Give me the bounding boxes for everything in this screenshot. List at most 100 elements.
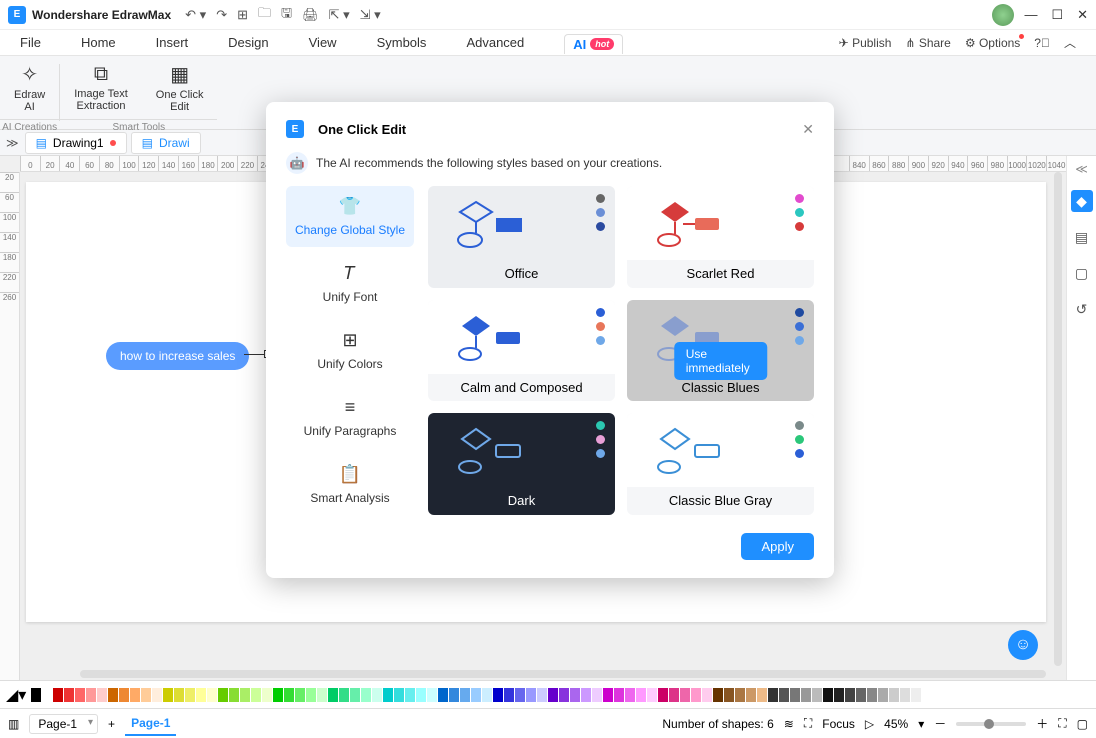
- color-swatch[interactable]: [229, 688, 239, 702]
- color-swatch[interactable]: [845, 688, 855, 702]
- menu-symbols[interactable]: Symbols: [377, 35, 427, 50]
- maximize-icon[interactable]: ☐: [1051, 7, 1063, 23]
- color-swatch[interactable]: [702, 688, 712, 702]
- edraw-ai-button[interactable]: ✧ Edraw AI: [0, 56, 59, 119]
- color-swatch[interactable]: [757, 688, 767, 702]
- open-icon[interactable]: 🗀: [258, 4, 271, 26]
- color-swatch[interactable]: [273, 688, 283, 702]
- color-swatch[interactable]: [394, 688, 404, 702]
- tab-drawing-1[interactable]: ▤ Drawing1: [25, 132, 127, 154]
- color-swatch[interactable]: [108, 688, 118, 702]
- user-avatar-icon[interactable]: [992, 4, 1014, 26]
- color-swatch[interactable]: [515, 688, 525, 702]
- color-swatch[interactable]: [559, 688, 569, 702]
- menu-file[interactable]: File: [20, 35, 41, 50]
- color-swatch[interactable]: [97, 688, 107, 702]
- color-swatch[interactable]: [218, 688, 228, 702]
- color-swatch[interactable]: [691, 688, 701, 702]
- color-swatch[interactable]: [284, 688, 294, 702]
- color-swatch[interactable]: [856, 688, 866, 702]
- color-swatch[interactable]: [713, 688, 723, 702]
- theme-icon[interactable]: ◆: [1071, 190, 1093, 212]
- color-swatch[interactable]: [548, 688, 558, 702]
- color-swatch[interactable]: [570, 688, 580, 702]
- color-swatch[interactable]: [416, 688, 426, 702]
- save-icon[interactable]: 🖫: [281, 4, 292, 26]
- menu-view[interactable]: View: [309, 35, 337, 50]
- color-swatch[interactable]: [900, 688, 910, 702]
- zoom-out-icon[interactable]: －: [934, 715, 946, 732]
- history-icon[interactable]: ↺: [1071, 298, 1093, 320]
- color-swatch[interactable]: [779, 688, 789, 702]
- color-swatch[interactable]: [141, 688, 151, 702]
- help-icon[interactable]: ?⃝: [1034, 36, 1050, 50]
- color-swatch[interactable]: [603, 688, 613, 702]
- color-swatch[interactable]: [812, 688, 822, 702]
- page-selector[interactable]: Page-1: [29, 714, 98, 734]
- scrollbar-horizontal[interactable]: [80, 670, 1046, 678]
- color-swatch[interactable]: [196, 688, 206, 702]
- options-button[interactable]: ⚙ Options: [965, 36, 1020, 50]
- color-swatch[interactable]: [174, 688, 184, 702]
- color-swatch[interactable]: [361, 688, 371, 702]
- minimize-icon[interactable]: —: [1024, 7, 1037, 23]
- color-swatch[interactable]: [735, 688, 745, 702]
- presentation-icon[interactable]: ▢: [1071, 262, 1093, 284]
- tab-drawing-2[interactable]: ▤ Drawi: [131, 132, 201, 154]
- expand-tabs-icon[interactable]: ≫: [6, 136, 19, 150]
- ai-chat-fab[interactable]: ☺: [1008, 630, 1038, 660]
- color-swatch[interactable]: [64, 688, 74, 702]
- color-swatch[interactable]: [889, 688, 899, 702]
- color-swatch[interactable]: [53, 688, 63, 702]
- color-swatch[interactable]: [647, 688, 657, 702]
- zoom-dropdown-icon[interactable]: ▾: [918, 717, 924, 731]
- redo-icon[interactable]: ↷: [216, 7, 227, 23]
- color-swatch[interactable]: [207, 688, 217, 702]
- color-swatch[interactable]: [317, 688, 327, 702]
- color-swatch[interactable]: [339, 688, 349, 702]
- close-window-icon[interactable]: ✕: [1077, 7, 1088, 23]
- color-swatch[interactable]: [75, 688, 85, 702]
- color-swatch[interactable]: [724, 688, 734, 702]
- color-swatch[interactable]: [614, 688, 624, 702]
- print-icon[interactable]: 🖨: [302, 7, 319, 23]
- color-swatch[interactable]: [86, 688, 96, 702]
- color-swatch[interactable]: [658, 688, 668, 702]
- layers-icon[interactable]: ≋: [784, 717, 794, 731]
- color-swatch[interactable]: [42, 688, 52, 702]
- color-swatch[interactable]: [185, 688, 195, 702]
- fit-page-icon[interactable]: ⛶: [1058, 716, 1066, 731]
- color-swatch[interactable]: [460, 688, 470, 702]
- topic-node[interactable]: how to increase sales: [106, 342, 249, 370]
- color-swatch[interactable]: [526, 688, 536, 702]
- color-swatch[interactable]: [449, 688, 459, 702]
- page-tab[interactable]: Page-1: [125, 712, 176, 736]
- zoom-in-icon[interactable]: ＋: [1036, 715, 1048, 732]
- page-layout-icon[interactable]: ▥: [8, 717, 19, 731]
- color-swatch[interactable]: [251, 688, 261, 702]
- color-swatch[interactable]: [801, 688, 811, 702]
- color-swatch[interactable]: [625, 688, 635, 702]
- fill-tool-icon[interactable]: ◢▾: [6, 685, 26, 705]
- color-swatch[interactable]: [262, 688, 272, 702]
- color-swatch[interactable]: [295, 688, 305, 702]
- color-swatch[interactable]: [471, 688, 481, 702]
- color-swatch[interactable]: [680, 688, 690, 702]
- color-swatch[interactable]: [768, 688, 778, 702]
- one-click-edit-button[interactable]: ▦ One Click Edit: [142, 56, 218, 119]
- color-swatch[interactable]: [438, 688, 448, 702]
- menu-insert[interactable]: Insert: [156, 35, 189, 50]
- color-swatch[interactable]: [790, 688, 800, 702]
- color-swatch[interactable]: [504, 688, 514, 702]
- color-swatch[interactable]: [240, 688, 250, 702]
- zoom-slider[interactable]: [956, 722, 1026, 726]
- color-swatch[interactable]: [493, 688, 503, 702]
- color-swatch[interactable]: [372, 688, 382, 702]
- share-button[interactable]: ⋔ Share: [905, 36, 950, 50]
- color-swatch[interactable]: [405, 688, 415, 702]
- color-swatch[interactable]: [130, 688, 140, 702]
- new-icon[interactable]: ⊞: [237, 7, 248, 23]
- color-swatch[interactable]: [537, 688, 547, 702]
- color-swatch[interactable]: [306, 688, 316, 702]
- expand-right-icon[interactable]: ≪: [1075, 162, 1088, 176]
